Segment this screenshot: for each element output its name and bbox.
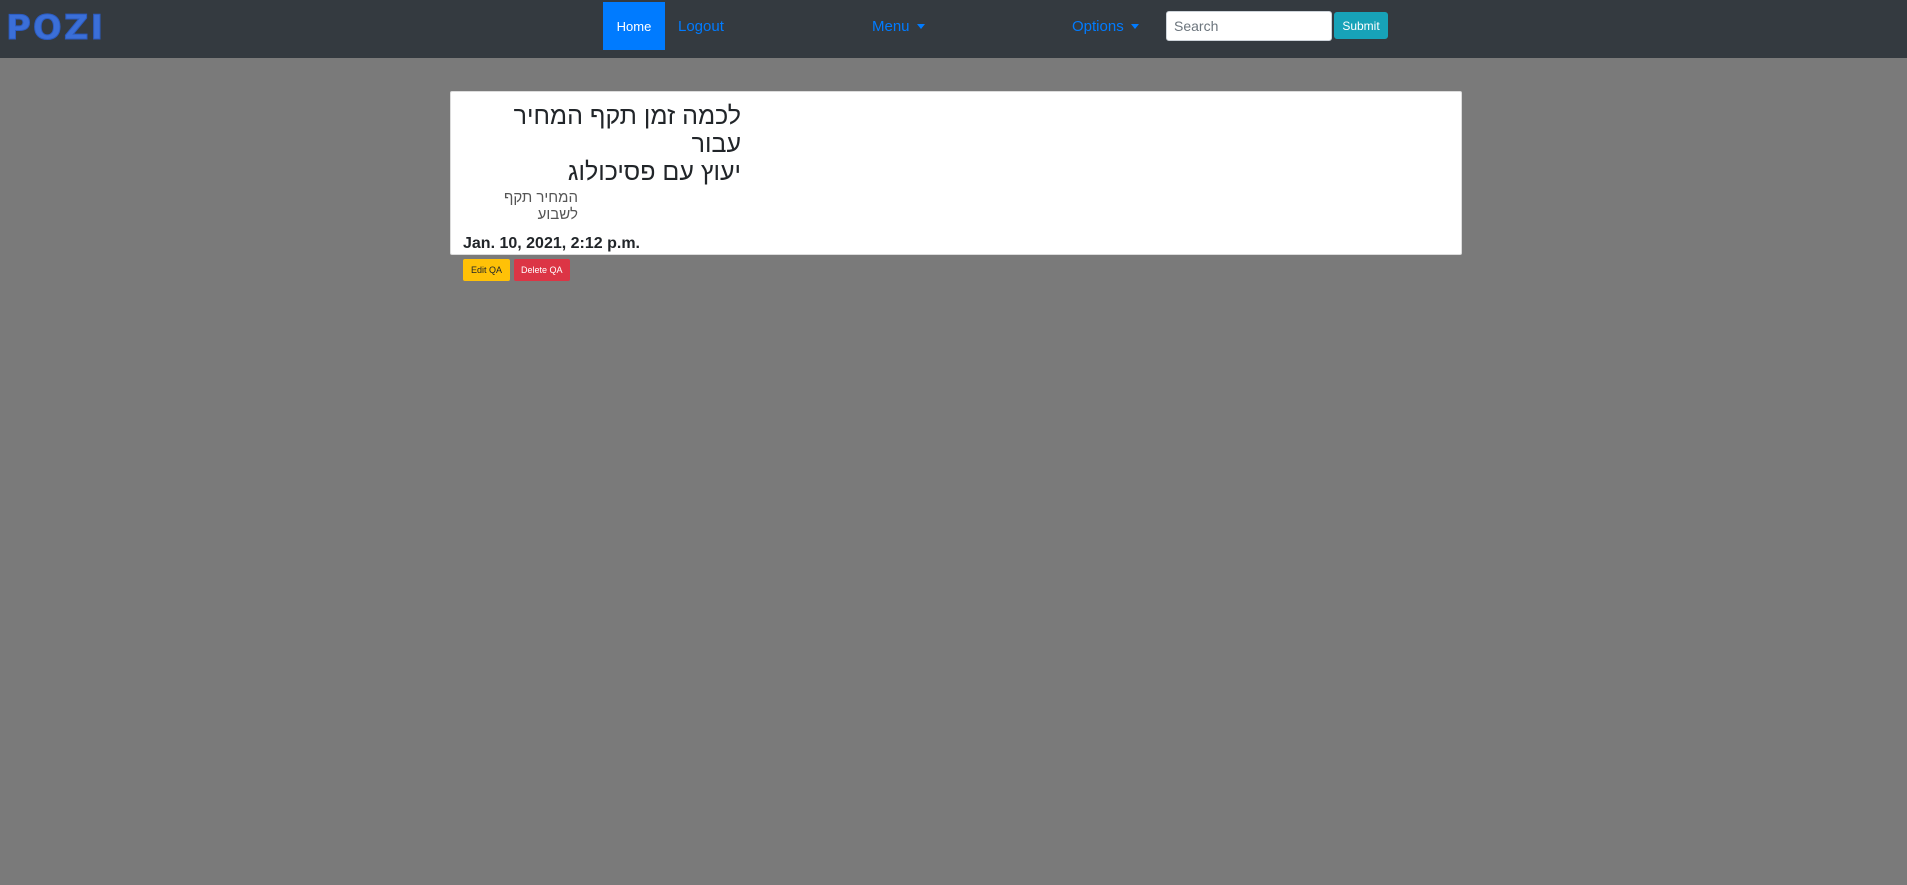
qa-timestamp: Jan. 10, 2021, 2:12 p.m. (463, 235, 640, 252)
delete-qa-button[interactable]: Delete QA (514, 259, 570, 281)
nav-logout-link[interactable]: Logout (678, 16, 724, 36)
nav-options-label: Options (1072, 17, 1124, 35)
qa-question-line-2: יעוץ עם פסיכולוג (567, 158, 741, 186)
qa-actions: Edit QA Delete QA (463, 259, 1449, 281)
brand-logo[interactable]: POZI (5, 8, 105, 48)
nav-options-dropdown[interactable]: Options (1072, 16, 1139, 36)
nav-menu-label: Menu (872, 17, 910, 35)
search-input[interactable] (1166, 11, 1332, 41)
qa-answer: המחיר תקף לשבוע (503, 189, 578, 223)
qa-question: לכמה זמן תקף המחיר עבור יעוץ עם פסיכולוג (463, 102, 741, 186)
chevron-down-icon (916, 23, 925, 29)
edit-qa-button[interactable]: Edit QA (463, 259, 511, 281)
top-navbar: POZI Home Logout Menu Options Submit (0, 0, 1907, 58)
qa-question-line-1: לכמה זמן תקף המחיר עבור (513, 102, 741, 158)
qa-card: לכמה זמן תקף המחיר עבור יעוץ עם פסיכולוג… (450, 91, 1462, 281)
nav-home-link[interactable]: Home (603, 2, 665, 50)
search-submit-button[interactable]: Submit (1334, 12, 1388, 39)
nav-menu-dropdown[interactable]: Menu (872, 16, 925, 36)
chevron-down-icon (1130, 23, 1139, 29)
